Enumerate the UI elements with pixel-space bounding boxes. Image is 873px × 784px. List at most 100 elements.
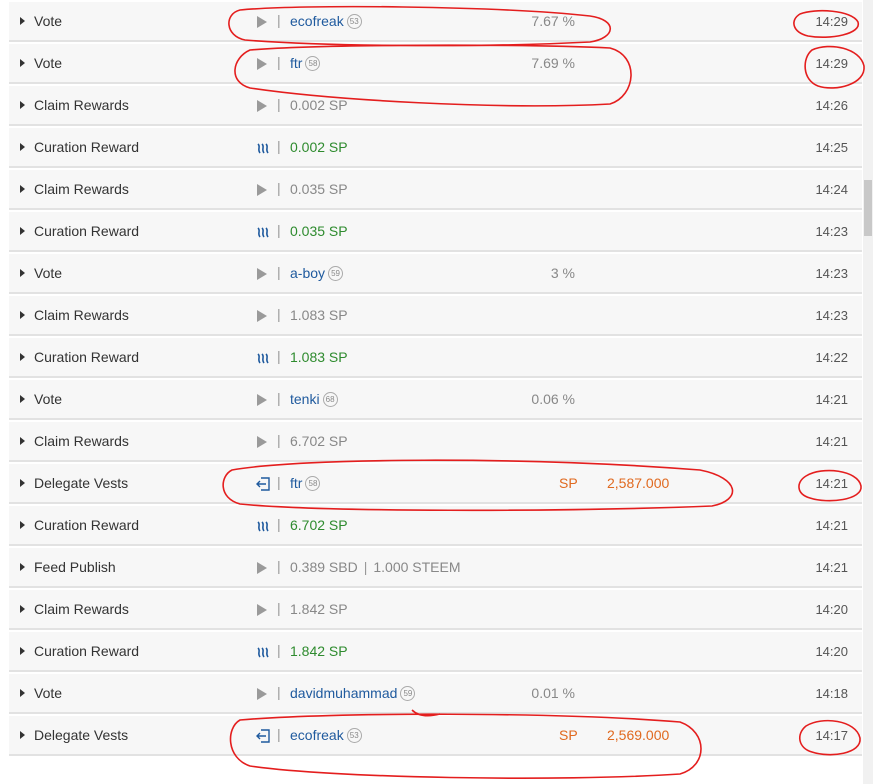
timestamp: 14:20 (815, 644, 848, 659)
sp-amount: 2,569.000 (607, 727, 670, 743)
amount: 0.002 SP (290, 139, 348, 155)
separator: | (277, 474, 281, 490)
timestamp: 14:23 (815, 224, 848, 239)
play-icon (256, 393, 268, 407)
expand-caret-icon[interactable] (20, 731, 25, 739)
play-icon (256, 309, 268, 323)
operation-label: Vote (34, 685, 63, 701)
expand-caret-icon[interactable] (20, 269, 25, 277)
operation-detail: 0.035 SP (290, 223, 348, 239)
expand-caret-icon[interactable] (20, 521, 25, 529)
list-item[interactable]: Vote | davidmuhammad 59 0.01 % 14:18 (9, 674, 862, 714)
operation-detail: 1.083 SP (290, 307, 348, 323)
operation-detail: 1.842 SP (290, 601, 348, 617)
play-icon (256, 435, 268, 449)
list-item[interactable]: Delegate Vests | ftr 58 SP 2,587.000 14:21 (9, 464, 862, 504)
list-item[interactable]: Claim Rewards | 1.842 SP 14:20 (9, 590, 862, 630)
expand-caret-icon[interactable] (20, 185, 25, 193)
separator: | (277, 432, 281, 448)
expand-caret-icon[interactable] (20, 647, 25, 655)
expand-caret-icon[interactable] (20, 353, 25, 361)
expand-caret-icon[interactable] (20, 479, 25, 487)
timestamp: 14:23 (815, 308, 848, 323)
list-item[interactable]: Claim Rewards | 0.035 SP 14:24 (9, 170, 862, 210)
separator: | (277, 390, 281, 406)
operation-label: Vote (34, 391, 63, 407)
amount: 6.702 SP (290, 517, 348, 533)
list-item[interactable]: Vote | ecofreak 53 7.67 % 14:29 (9, 2, 862, 42)
sp-amount: 2,587.000 (607, 475, 670, 491)
play-icon (256, 57, 268, 71)
user-link[interactable]: davidmuhammad (290, 685, 397, 701)
sp-label: SP (559, 475, 578, 491)
user-link[interactable]: ecofreak (290, 13, 344, 29)
list-item[interactable]: Curation Reward | 6.702 SP 14:21 (9, 506, 862, 546)
scrollbar[interactable] (863, 0, 873, 784)
list-item[interactable]: Curation Reward | 1.083 SP 14:22 (9, 338, 862, 378)
expand-caret-icon[interactable] (20, 143, 25, 151)
expand-caret-icon[interactable] (20, 689, 25, 697)
separator: | (277, 12, 281, 28)
reputation-badge: 58 (305, 56, 321, 71)
play-icon (256, 603, 268, 617)
user-link[interactable]: ftr (290, 55, 302, 71)
separator: | (277, 222, 281, 238)
operation-label: Claim Rewards (34, 97, 129, 113)
operation-label: Claim Rewards (34, 601, 129, 617)
expand-caret-icon[interactable] (20, 605, 25, 613)
amount: 1.083 SP (290, 349, 348, 365)
scrollbar-thumb[interactable] (864, 180, 872, 236)
operation-detail: 6.702 SP (290, 433, 348, 449)
delegate-icon (256, 729, 270, 743)
list-item[interactable]: Claim Rewards | 1.083 SP 14:23 (9, 296, 862, 336)
list-item[interactable]: Vote | ftr 58 7.69 % 14:29 (9, 44, 862, 84)
operation-detail: 0.389 SBD | 1.000 STEEM (290, 559, 461, 575)
vote-percent: 7.67 % (531, 13, 575, 29)
expand-caret-icon[interactable] (20, 59, 25, 67)
operation-label: Vote (34, 55, 63, 71)
timestamp: 14:21 (815, 392, 848, 407)
separator: | (277, 516, 281, 532)
separator: | (277, 684, 281, 700)
timestamp: 14:20 (815, 602, 848, 617)
steem-icon (256, 225, 269, 239)
steem-icon (256, 519, 269, 533)
list-item[interactable]: Claim Rewards | 0.002 SP 14:26 (9, 86, 862, 126)
list-item[interactable]: Feed Publish | 0.389 SBD | 1.000 STEEM 14:21 (9, 548, 862, 588)
operation-label: Claim Rewards (34, 181, 129, 197)
expand-caret-icon[interactable] (20, 437, 25, 445)
operation-label: Claim Rewards (34, 433, 129, 449)
operation-label: Curation Reward (34, 643, 140, 659)
timestamp: 14:26 (815, 98, 848, 113)
amount: 0.002 SP (290, 97, 348, 113)
user-link[interactable]: ftr (290, 475, 302, 491)
amount: 1.842 SP (290, 643, 348, 659)
operation-label: Curation Reward (34, 139, 140, 155)
list-item[interactable]: Curation Reward | 0.002 SP 14:25 (9, 128, 862, 168)
timestamp: 14:25 (815, 140, 848, 155)
list-item[interactable]: Vote | a-boy 59 3 % 14:23 (9, 254, 862, 294)
list-item[interactable]: Curation Reward | 1.842 SP 14:20 (9, 632, 862, 672)
user-link[interactable]: tenki (290, 391, 320, 407)
expand-caret-icon[interactable] (20, 17, 25, 25)
reputation-badge: 53 (346, 728, 362, 743)
steem-icon (256, 351, 269, 365)
play-icon (256, 183, 268, 197)
list-item[interactable]: Curation Reward | 0.035 SP 14:23 (9, 212, 862, 252)
expand-caret-icon[interactable] (20, 563, 25, 571)
expand-caret-icon[interactable] (20, 101, 25, 109)
list-item[interactable]: Claim Rewards | 6.702 SP 14:21 (9, 422, 862, 462)
expand-caret-icon[interactable] (20, 311, 25, 319)
operation-label: Curation Reward (34, 223, 140, 239)
expand-caret-icon[interactable] (20, 395, 25, 403)
list-item[interactable]: Delegate Vests | ecofreak 53 SP 2,569.000 14:1… (9, 716, 862, 756)
vote-percent: 3 % (550, 265, 575, 281)
operation-label: Delegate Vests (34, 727, 129, 743)
operation-detail: ecofreak 53 (290, 727, 362, 743)
user-link[interactable]: ecofreak (290, 727, 344, 743)
expand-caret-icon[interactable] (20, 227, 25, 235)
list-item[interactable]: Vote | tenki 68 0.06 % 14:21 (9, 380, 862, 420)
operation-label: Delegate Vests (34, 475, 129, 491)
user-link[interactable]: a-boy (290, 265, 325, 281)
operation-detail: 0.035 SP (290, 181, 348, 197)
